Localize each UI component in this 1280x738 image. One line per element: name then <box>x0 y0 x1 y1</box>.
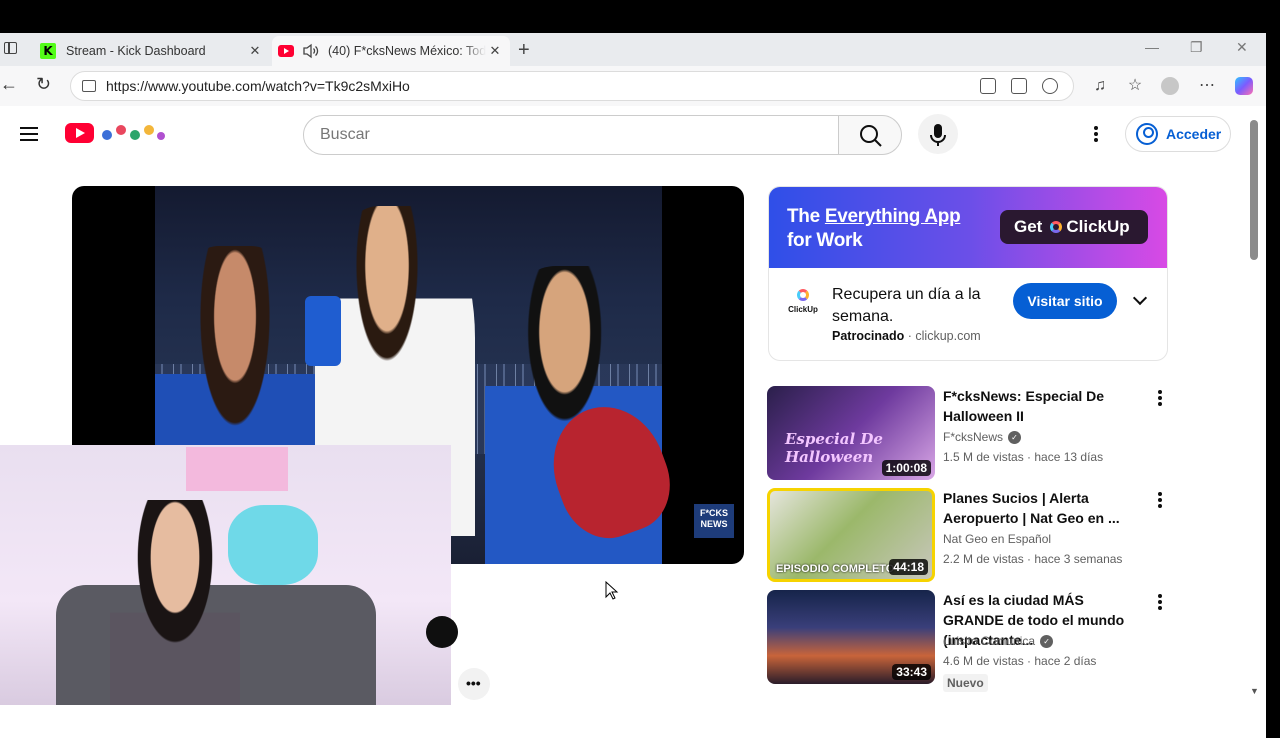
youtube-logo-icon[interactable] <box>65 123 94 143</box>
browser-menu-icon[interactable]: ⋯ <box>1198 77 1216 95</box>
video-stats: 4.6 M de vistas · hace 2 días <box>943 654 1097 668</box>
clickup-logo-icon <box>1050 221 1063 233</box>
advertiser-logo[interactable]: ClickUp <box>788 289 818 315</box>
tab-actions-icon[interactable] <box>4 42 17 54</box>
thumb-caption: EPISODIO COMPLETO <box>776 563 895 575</box>
chevron-down-icon[interactable] <box>1132 290 1148 306</box>
url-text[interactable]: https://www.youtube.com/watch?v=Tk9c2sMx… <box>106 78 980 94</box>
signin-button[interactable]: Acceder <box>1125 116 1231 152</box>
translate-icon[interactable] <box>980 78 996 94</box>
tab-close-icon[interactable]: ✕ <box>246 43 264 59</box>
visit-site-button[interactable]: Visitar sitio <box>1013 283 1117 319</box>
tab-close-icon[interactable]: ✕ <box>486 43 504 59</box>
new-tab-button[interactable]: + <box>518 39 530 62</box>
video-menu-icon[interactable] <box>1158 594 1162 610</box>
video-menu-icon[interactable] <box>1158 492 1162 508</box>
streamer <box>110 500 240 705</box>
page-scrollbar[interactable] <box>1250 120 1258 260</box>
back-icon[interactable]: ← <box>0 74 18 95</box>
verified-icon: ✓ <box>1008 430 1022 444</box>
new-badge: Nuevo <box>943 674 988 692</box>
favorite-star-icon[interactable] <box>1042 78 1058 94</box>
favorites-icon[interactable]: ☆ <box>1126 77 1144 95</box>
channel-name[interactable]: F*cksNews ✓ <box>943 430 1022 444</box>
channel-name[interactable]: Nat Geo en Español <box>943 532 1051 546</box>
site-info-icon[interactable] <box>82 80 96 92</box>
address-bar[interactable]: https://www.youtube.com/watch?v=Tk9c2sMx… <box>70 71 1074 101</box>
video-thumbnail[interactable]: Especial De Halloween 1:00:08 <box>767 386 935 480</box>
browser-toolbar: ← ↻ https://www.youtube.com/watch?v=Tk9c… <box>0 66 1266 106</box>
recommended-video[interactable]: Especial De Halloween 1:00:08 F*cksNews:… <box>767 386 1167 482</box>
recommended-video[interactable]: 33:43 Así es la ciudad MÁS GRANDE de tod… <box>767 590 1167 692</box>
youtube-favicon-icon <box>278 45 294 57</box>
channel-watermark: F*CKS NEWS <box>694 504 734 538</box>
profile-avatar-icon[interactable] <box>1161 77 1179 95</box>
duration-badge: 33:43 <box>892 664 931 680</box>
search-input[interactable]: Buscar <box>303 115 839 155</box>
tab-title: (40) F*cksNews México: Todo <box>328 44 486 58</box>
tab-kick-dashboard[interactable]: K Stream - Kick Dashboard ✕ <box>30 36 270 66</box>
kick-favicon-icon: K <box>40 43 56 59</box>
more-actions-button[interactable]: ••• <box>458 668 490 700</box>
recommended-video[interactable]: EPISODIO COMPLETO 44:18 Planes Sucios | … <box>767 488 1167 584</box>
account-icon <box>1136 123 1158 145</box>
tab-title: Stream - Kick Dashboard <box>66 44 206 58</box>
signin-label: Acceder <box>1166 126 1222 142</box>
wall-poster <box>186 447 288 491</box>
search-icon <box>860 125 882 147</box>
video-menu-icon[interactable] <box>1158 390 1162 406</box>
voice-search-button[interactable] <box>918 114 958 154</box>
minimize-icon[interactable]: — <box>1145 39 1159 55</box>
youtube-doodle-icon[interactable] <box>97 121 167 145</box>
sponsored-ad-card[interactable]: The Everything App for Work Get ClickUp C… <box>768 186 1168 361</box>
copilot-icon[interactable] <box>1235 77 1253 95</box>
video-thumbnail[interactable]: EPISODIO COMPLETO 44:18 <box>767 488 935 582</box>
verified-icon: ✓ <box>1040 634 1054 648</box>
menu-icon[interactable] <box>20 127 38 141</box>
ad-banner[interactable]: The Everything App for Work Get ClickUp <box>769 187 1167 268</box>
webcam-overlay <box>0 445 451 705</box>
reload-icon[interactable]: ↻ <box>36 74 51 95</box>
speaker-icon[interactable] <box>302 43 320 59</box>
video-title[interactable]: Planes Sucios | Alerta Aeropuerto | Nat … <box>943 488 1143 528</box>
scroll-down-icon[interactable]: ▼ <box>1250 686 1259 696</box>
video-stats: 2.2 M de vistas · hace 3 semanas <box>943 552 1123 566</box>
plush-star <box>228 505 318 585</box>
more-dots-icon: ••• <box>466 675 481 691</box>
tab-youtube[interactable]: (40) F*cksNews México: Todo ✕ <box>272 36 510 66</box>
channel-name[interactable]: Luisito Comunica ✓ <box>943 634 1054 648</box>
duration-badge: 44:18 <box>889 559 928 575</box>
video-title[interactable]: F*cksNews: Especial De Halloween II <box>943 386 1143 426</box>
clickup-logo-icon <box>797 289 809 301</box>
video-stats: 1.5 M de vistas · hace 13 días <box>943 450 1104 464</box>
app-install-icon[interactable] <box>1011 78 1027 94</box>
duration-badge: 1:00:08 <box>881 460 931 476</box>
settings-kebab-icon[interactable] <box>1094 126 1098 142</box>
search-button[interactable] <box>838 115 902 155</box>
video-thumbnail[interactable]: 33:43 <box>767 590 935 684</box>
microphone-icon <box>930 124 946 146</box>
window-close-icon[interactable]: ✕ <box>1236 39 1248 56</box>
ad-description: Recupera un día a la semana. <box>832 286 981 325</box>
ad-headline: The Everything App for Work <box>787 206 961 251</box>
ad-meta: Patrocinado · clickup.com <box>832 329 981 343</box>
mouse-cursor-icon <box>605 581 619 600</box>
restore-icon[interactable]: ❐ <box>1190 39 1203 56</box>
browser-tab-strip: K Stream - Kick Dashboard ✕ (40) F*cksNe… <box>0 33 1266 66</box>
media-control-icon[interactable]: ♫ <box>1091 77 1109 95</box>
subscribe-button-edge[interactable] <box>426 616 458 648</box>
ad-banner-cta[interactable]: Get ClickUp <box>1000 210 1148 244</box>
news-microphone <box>305 296 341 366</box>
